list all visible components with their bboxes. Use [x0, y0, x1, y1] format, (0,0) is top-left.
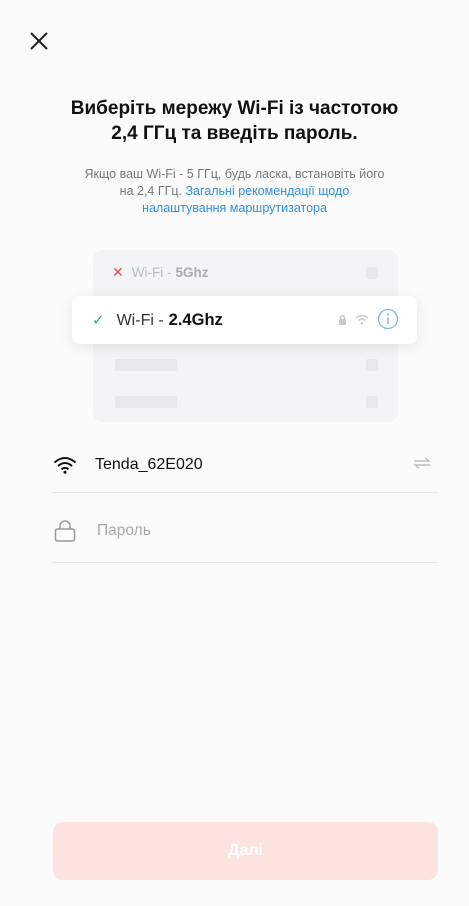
switch-network-button[interactable]: [412, 456, 432, 475]
title-line-1: Виберіть мережу Wi-Fi із частотою: [70, 98, 399, 119]
placeholder-square: [366, 359, 378, 371]
placeholder-bar: [115, 396, 177, 408]
hint-line-1: Якщо ваш Wi-Fi - 5 ГГц, будь ласка, вста…: [84, 167, 385, 181]
hint-text: Якщо ваш Wi-Fi - 5 ГГц, будь ласка, вста…: [40, 166, 429, 217]
wifi-icon: [53, 457, 77, 474]
illustration-row-2-4ghz: ✓ Wi-Fi -2.4Ghz: [72, 296, 417, 344]
wifi-small-icon: [355, 314, 369, 325]
illustration-2-4ghz-band: 2.4Ghz: [168, 310, 223, 329]
close-icon: [30, 32, 48, 50]
check-icon: ✓: [92, 312, 105, 329]
next-button[interactable]: Далі: [53, 822, 438, 880]
cross-icon: ✕: [112, 263, 124, 280]
info-icon: [377, 308, 399, 330]
password-row: [52, 500, 438, 563]
illustration-row-5ghz: ✕ Wi-Fi - 5Ghz: [112, 262, 208, 282]
router-guide-link[interactable]: Загальні рекомендації щодо: [186, 184, 350, 198]
illustration-5ghz-band: 5Ghz: [175, 264, 209, 280]
wifi-ssid: Tenda_62E020: [95, 456, 203, 473]
placeholder-bar: [115, 359, 177, 371]
illustration-2-4ghz-prefix: Wi-Fi -: [116, 311, 164, 329]
title-line-2: 2,4 ГГц та введіть пароль.: [111, 123, 358, 144]
hint-line-2-prefix: на 2,4 ГГц.: [119, 184, 186, 198]
switch-arrows-icon: [412, 457, 432, 469]
placeholder-square: [366, 267, 378, 279]
hint-line-2: на 2,4 ГГц. Загальні рекомендації щодо: [40, 183, 429, 200]
illustration-5ghz-prefix: Wi-Fi -: [131, 264, 172, 280]
lock-icon: [339, 314, 346, 325]
close-button[interactable]: [26, 28, 52, 54]
placeholder-square: [366, 396, 378, 408]
lock-icon: [54, 520, 76, 542]
page-title: Виберіть мережу Wi-Fi із частотою 2,4 ГГ…: [40, 96, 429, 146]
password-input[interactable]: [95, 521, 419, 541]
router-guide-link-line-2[interactable]: налаштування маршрутизатора: [40, 200, 429, 217]
wifi-network-row[interactable]: Tenda_62E020: [52, 438, 438, 493]
illustration-2-4ghz-label: Wi-Fi -2.4Ghz: [117, 311, 223, 330]
